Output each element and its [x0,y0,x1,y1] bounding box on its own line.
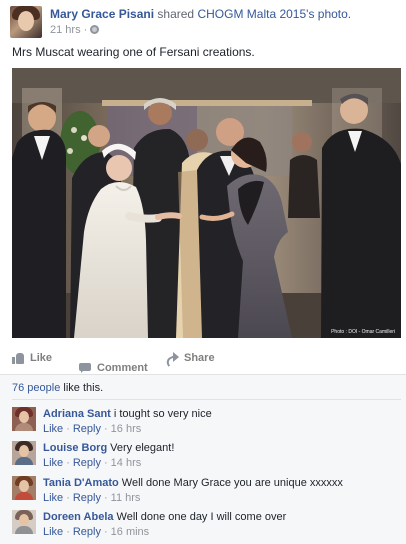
post-header: Mary Grace Pisani shared CHOGM Malta 201… [10,6,400,40]
post-photo[interactable]: Photo : DOI - Omar Camilleri [12,68,401,338]
comment-text: Well done one day I will come over [116,511,287,523]
comment-time[interactable]: 11 hrs [111,492,141,504]
post-caption: Mrs Muscat wearing one of Fersani creati… [12,45,255,59]
post-header-line: Mary Grace Pisani shared CHOGM Malta 201… [50,7,351,21]
like-label: Like [30,352,53,364]
commenter-name[interactable]: Louise Borg [43,442,107,454]
comment-icon [79,362,92,374]
commenter-avatar[interactable] [12,510,36,534]
comment-item: Tania D'Amato Well done Mary Grace you ar… [12,476,401,508]
meta-separator: · [66,457,70,469]
avatar-face [19,514,29,526]
commenter-name[interactable]: Tania D'Amato [43,477,119,489]
comment-text-line: Tania D'Amato Well done Mary Grace you ar… [43,477,343,489]
comment-like-link[interactable]: Like [43,492,63,504]
commenter-name[interactable]: Doreen Abela [43,511,114,523]
comment-like-link[interactable]: Like [43,526,63,538]
comment-text: Well done Mary Grace you are unique xxxx… [121,477,343,489]
shared-photo-link[interactable]: CHOGM Malta 2015's photo. [197,7,351,21]
comment-text: Very elegant! [110,442,175,454]
avatar-face [19,411,29,423]
comment-reply-link[interactable]: Reply [73,492,101,504]
photo-credit: Photo : DOI - Omar Camilleri [331,329,395,335]
comments-section: 76 people like this. Adriana Sant i tough… [0,374,406,544]
share-label: Share [184,352,215,364]
comment-like-link[interactable]: Like [43,423,63,435]
likes-count-link[interactable]: 76 people [12,382,60,394]
comment-text-line: Louise Borg Very elegant! [43,442,174,454]
meta-separator: · [103,492,108,504]
meta-separator: · [103,457,108,469]
post-meta: 21 hrs · [50,24,100,36]
comment-meta: Like · Reply · 16 mins [43,526,149,538]
avatar-body [15,423,33,431]
comment-label: Comment [97,362,148,374]
photo-illustration [12,68,401,338]
facebook-shared-post: Mary Grace Pisani shared CHOGM Malta 201… [0,0,406,544]
comment-text-line: Doreen Abela Well done one day I will com… [43,511,286,523]
meta-separator: · [66,423,70,435]
comment-time[interactable]: 14 hrs [111,457,142,469]
comment-reply-link[interactable]: Reply [73,457,101,469]
like-button[interactable]: Like [12,352,52,364]
comment-reply-link[interactable]: Reply [73,526,101,538]
commenter-name[interactable]: Adriana Sant [43,408,111,420]
avatar-face [19,480,29,492]
author-name-link[interactable]: Mary Grace Pisani [50,7,154,21]
comment-meta: Like · Reply · 16 hrs [43,423,141,435]
meta-separator: · [66,526,70,538]
likes-summary: 76 people like this. [12,382,103,394]
share-button[interactable]: Share [166,352,215,364]
comment-meta: Like · Reply · 14 hrs [43,457,141,469]
share-icon [166,352,179,364]
comment-time[interactable]: 16 mins [111,526,150,538]
author-avatar[interactable] [10,6,42,38]
avatar-body [15,526,33,534]
meta-separator: · [103,423,108,435]
avatar-face [19,445,29,457]
avatar-face [18,11,34,31]
comment-text: i tought so very nice [113,408,212,420]
avatar-body [15,457,33,465]
post-actions: Like Comment Share [12,352,401,374]
meta-separator: · [83,24,88,36]
meta-separator: · [66,492,70,504]
globe-icon[interactable] [90,25,100,34]
shared-action-text: shared [157,7,195,21]
comment-meta: Like · Reply · 11 hrs [43,492,140,504]
comment-time[interactable]: 16 hrs [111,423,142,435]
likes-divider [12,399,401,400]
meta-separator: · [103,526,108,538]
commenter-avatar[interactable] [12,476,36,500]
likes-suffix: like this. [63,382,104,394]
comment-item: Louise Borg Very elegant! Like · Reply · 14 h… [12,441,401,473]
commenter-avatar[interactable] [12,441,36,465]
avatar-body [15,492,33,500]
comment-like-link[interactable]: Like [43,457,63,469]
comment-text-line: Adriana Sant i tought so very nice [43,408,212,420]
comment-reply-link[interactable]: Reply [73,423,101,435]
commenter-avatar[interactable] [12,407,36,431]
post-timestamp[interactable]: 21 hrs [50,24,81,36]
comment-item: Adriana Sant i tought so very nice Like · R… [12,407,401,439]
comment-item: Doreen Abela Well done one day I will com… [12,510,401,542]
thumbs-up-icon [12,352,25,364]
